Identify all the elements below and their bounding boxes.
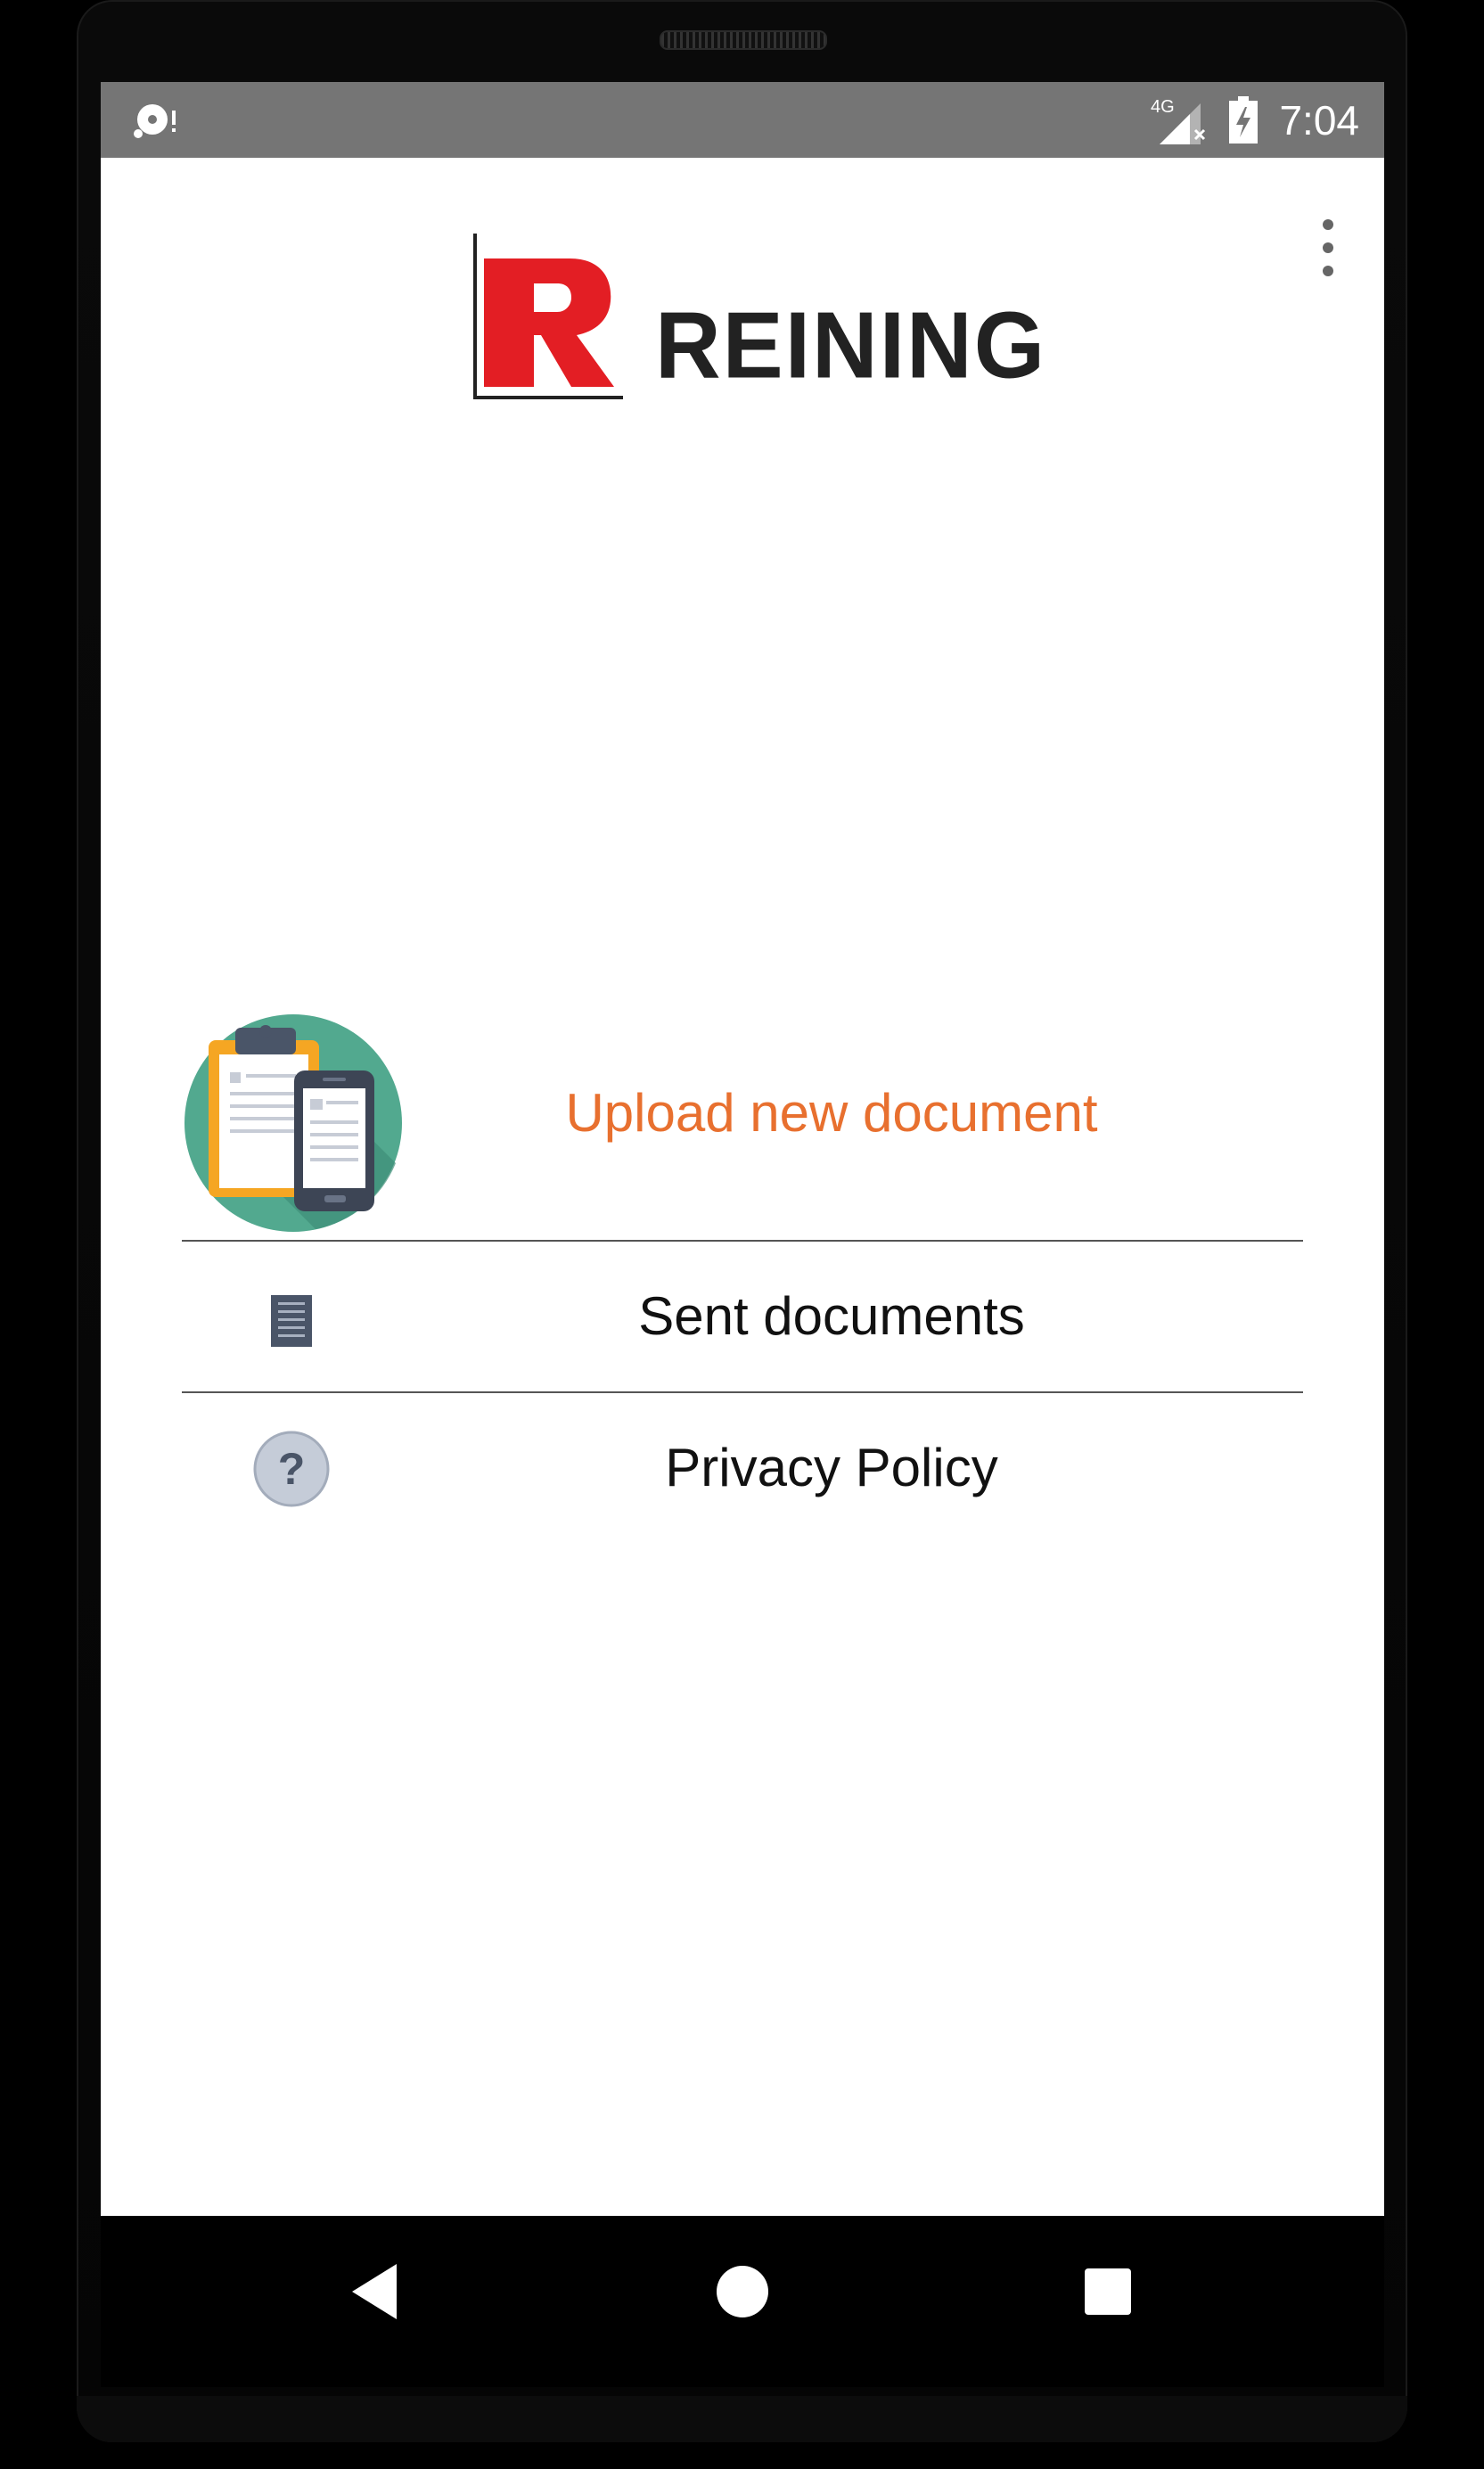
upload-new-document-button[interactable]: Upload new document — [182, 987, 1303, 1240]
status-right: 4G 7:04 — [1151, 82, 1359, 158]
earpiece-speaker — [660, 30, 827, 50]
recents-icon[interactable] — [1063, 2216, 1152, 2387]
help-circle-icon: ? — [253, 1431, 330, 1507]
privacy-policy-label: Privacy Policy — [665, 1438, 998, 1497]
status-time: 7:04 — [1279, 96, 1359, 144]
home-icon[interactable] — [698, 2216, 787, 2387]
signal-4g-icon: 4G — [1151, 97, 1206, 144]
battery-charging-icon — [1229, 95, 1259, 144]
sent-documents-label: Sent documents — [638, 1286, 1025, 1346]
document-icon — [271, 1295, 312, 1347]
svg-text:?: ? — [278, 1444, 306, 1494]
logo-wordmark: REINING — [655, 292, 1047, 398]
svg-text:4G: 4G — [1151, 97, 1175, 117]
sync-alert-icon — [134, 104, 176, 138]
status-bar: 4G 7:04 — [101, 82, 1384, 158]
back-icon[interactable] — [334, 2216, 423, 2387]
app-screen: 4G 7:04 REINING Upload new document Sent… — [101, 82, 1384, 2216]
privacy-policy-button[interactable]: ? Privacy Policy — [182, 1393, 1303, 1543]
sent-documents-button[interactable]: Sent documents — [182, 1242, 1303, 1391]
overflow-menu-icon[interactable] — [1304, 214, 1352, 282]
device-chin — [77, 2396, 1407, 2442]
upload-new-document-label: Upload new document — [565, 1083, 1098, 1143]
main-menu: Upload new document Sent documents ? Pri… — [182, 987, 1303, 1543]
system-nav-bar — [101, 2216, 1384, 2387]
